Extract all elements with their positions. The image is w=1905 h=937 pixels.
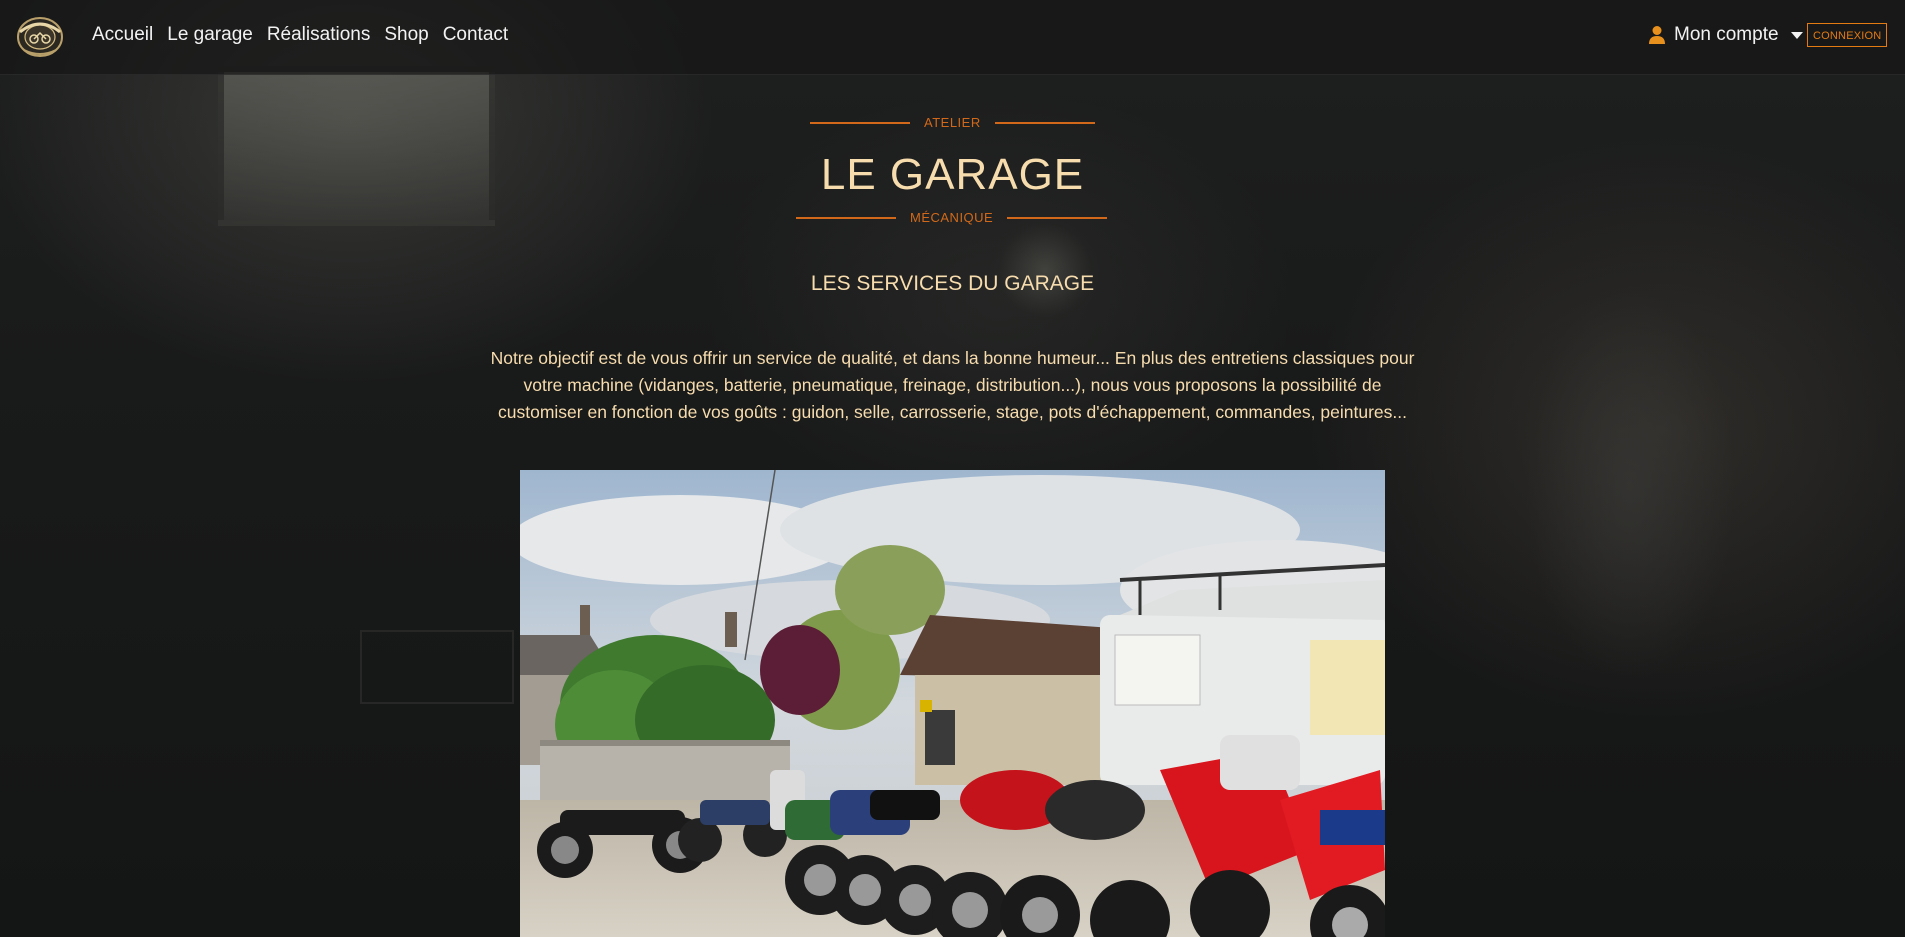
- account-dropdown[interactable]: Mon compte: [1648, 24, 1803, 46]
- intro-paragraph: Notre objectif est de vous offrir un ser…: [490, 348, 1415, 422]
- caret-down-icon: [1790, 31, 1803, 39]
- garage-logo-icon[interactable]: [14, 14, 66, 60]
- eyebrow-atelier: ATELIER: [924, 115, 981, 130]
- divider-line: [796, 216, 896, 219]
- connexion-button[interactable]: CONNEXION: [1807, 23, 1888, 47]
- background-window: [218, 66, 495, 226]
- eyebrow-top-row: ATELIER: [810, 115, 1095, 130]
- garage-photo: [520, 470, 1385, 937]
- section-subtitle: LES SERVICES DU GARAGE: [810, 272, 1095, 295]
- nav-link-shop[interactable]: Shop: [384, 24, 428, 46]
- top-navbar: Accueil Le garage Réalisations Shop Cont…: [0, 0, 1905, 75]
- user-icon: [1648, 25, 1666, 45]
- divider-line: [994, 121, 1095, 124]
- divider-line: [810, 121, 910, 124]
- nav-link-contact[interactable]: Contact: [443, 24, 508, 46]
- eyebrow-bottom-row: MÉCANIQUE: [796, 210, 1108, 225]
- divider-line: [1007, 216, 1108, 219]
- account-label: Mon compte: [1674, 24, 1779, 45]
- background-headlamp: [990, 215, 1100, 325]
- nav-link-realisations[interactable]: Réalisations: [267, 24, 371, 46]
- nav-link-accueil[interactable]: Accueil: [92, 24, 153, 46]
- nav-link-le-garage[interactable]: Le garage: [167, 24, 253, 46]
- page-title: LE GARAGE: [820, 150, 1085, 199]
- main-nav: Accueil Le garage Réalisations Shop Cont…: [92, 24, 508, 46]
- eyebrow-mecanique: MÉCANIQUE: [910, 210, 994, 225]
- background-mechanic-figure: [1480, 185, 1780, 745]
- background-crate: [360, 630, 514, 704]
